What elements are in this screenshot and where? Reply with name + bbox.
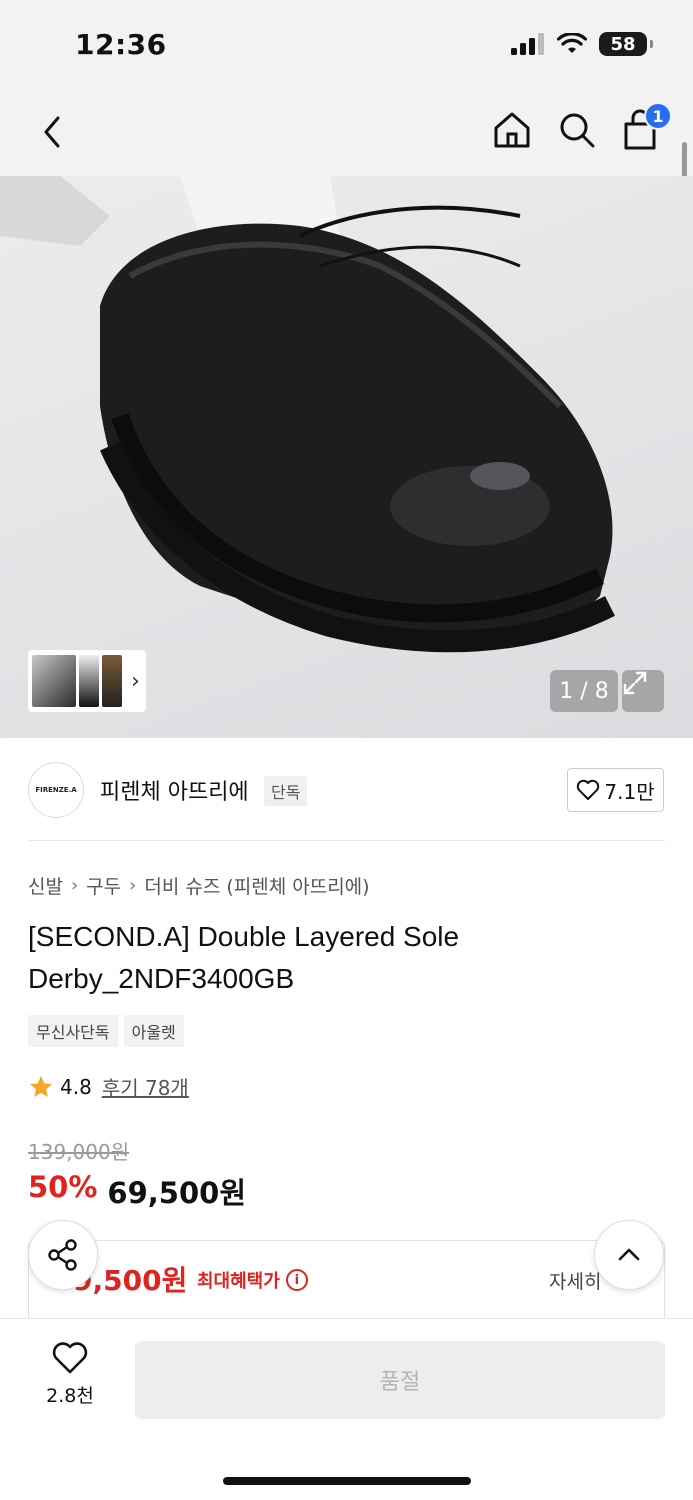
expand-icon: [623, 671, 647, 695]
thumbnail-image[interactable]: [102, 655, 122, 707]
breadcrumb-item[interactable]: 더비 슈즈 (피렌체 아뜨리에): [144, 872, 369, 899]
thumbnail-strip[interactable]: ›: [28, 650, 146, 712]
share-icon: [48, 1239, 77, 1271]
thumbnail-image[interactable]: [79, 655, 99, 707]
chevron-right-icon: ›: [70, 875, 79, 896]
status-bar: 12:36 58: [0, 0, 693, 88]
benefit-box[interactable]: 9,500원 최대혜택가 i 자세히: [28, 1240, 665, 1320]
search-button[interactable]: [555, 108, 599, 152]
brand-row: FIRENZE.A 피렌체 아뜨리에 단독 7.1만: [0, 738, 693, 842]
home-button[interactable]: [490, 108, 534, 152]
status-icons: 58: [511, 32, 653, 56]
star-icon: [30, 1075, 52, 1097]
heart-icon: [577, 779, 600, 800]
sale-price: 69,500원: [107, 1176, 247, 1210]
max-benefit-label: 최대혜택가 i: [197, 1267, 308, 1293]
chevron-up-icon: [618, 1248, 640, 1261]
back-button[interactable]: [34, 110, 74, 154]
divider: [28, 840, 665, 841]
expand-button[interactable]: [622, 670, 664, 712]
tag-outlet: 아울렛: [123, 1015, 184, 1047]
benefit-detail-link[interactable]: 자세히: [549, 1267, 601, 1294]
home-indicator: [223, 1477, 471, 1485]
wishlist-count: 2.8천: [46, 1385, 94, 1407]
wishlist-button[interactable]: 2.8천: [30, 1341, 110, 1417]
price-row: 50% 69,500원: [28, 1170, 246, 1212]
brand-logo-text: FIRENZE.A: [35, 786, 77, 794]
breadcrumb: 신발 › 구두 › 더비 슈즈 (피렌체 아뜨리에): [28, 872, 370, 899]
product-tags: 무신사단독 아울렛: [28, 1015, 184, 1047]
image-counter: 1 / 8: [550, 670, 618, 712]
cart-button[interactable]: 1: [618, 102, 672, 154]
home-icon: [494, 112, 530, 148]
brand-logo[interactable]: FIRENZE.A: [28, 762, 84, 818]
review-link[interactable]: 후기 78개: [102, 1072, 189, 1101]
share-button[interactable]: [28, 1220, 98, 1290]
info-icon[interactable]: i: [285, 1269, 308, 1291]
rating-value: 4.8: [60, 1074, 92, 1099]
status-time: 12:36: [75, 28, 167, 61]
product-title: [SECOND.A] Double Layered Sole Derby_2ND…: [28, 921, 460, 994]
product-image-gallery[interactable]: › 1 / 8: [0, 176, 693, 738]
brand-like-count: 7.1만: [604, 779, 655, 804]
max-benefit-text: 최대혜택가: [197, 1271, 280, 1292]
battery-icon: 58: [599, 32, 653, 56]
heart-icon: [52, 1342, 88, 1374]
thumbnail-image[interactable]: [32, 655, 76, 707]
brand-name[interactable]: 피렌체 아뜨리에: [100, 774, 249, 806]
discount-rate: 50%: [28, 1170, 98, 1204]
nav-bar: 1: [0, 88, 693, 176]
battery-level: 58: [610, 33, 636, 55]
rating-row: 4.8 후기 78개: [28, 1072, 189, 1101]
chevron-right-icon: ›: [129, 875, 137, 896]
chevron-left-icon: [44, 116, 60, 148]
search-icon: [560, 113, 595, 148]
scroll-to-top-button[interactable]: [594, 1220, 664, 1290]
exclusive-badge: 단독: [264, 776, 308, 806]
wifi-icon: [557, 33, 587, 53]
signal-icon: [511, 33, 544, 55]
brand-like-button[interactable]: 7.1만: [567, 768, 664, 812]
soldout-button[interactable]: 품절: [135, 1341, 665, 1419]
breadcrumb-item[interactable]: 구두: [86, 872, 121, 899]
chevron-right-icon[interactable]: ›: [131, 669, 140, 694]
original-price: 139,000원: [28, 1140, 130, 1164]
cart-count-badge: 1: [644, 102, 672, 130]
bottom-action-bar: 2.8천 품절: [0, 1318, 693, 1500]
tag-exclusive: 무신사단독: [28, 1015, 118, 1047]
breadcrumb-item[interactable]: 신발: [28, 872, 63, 899]
